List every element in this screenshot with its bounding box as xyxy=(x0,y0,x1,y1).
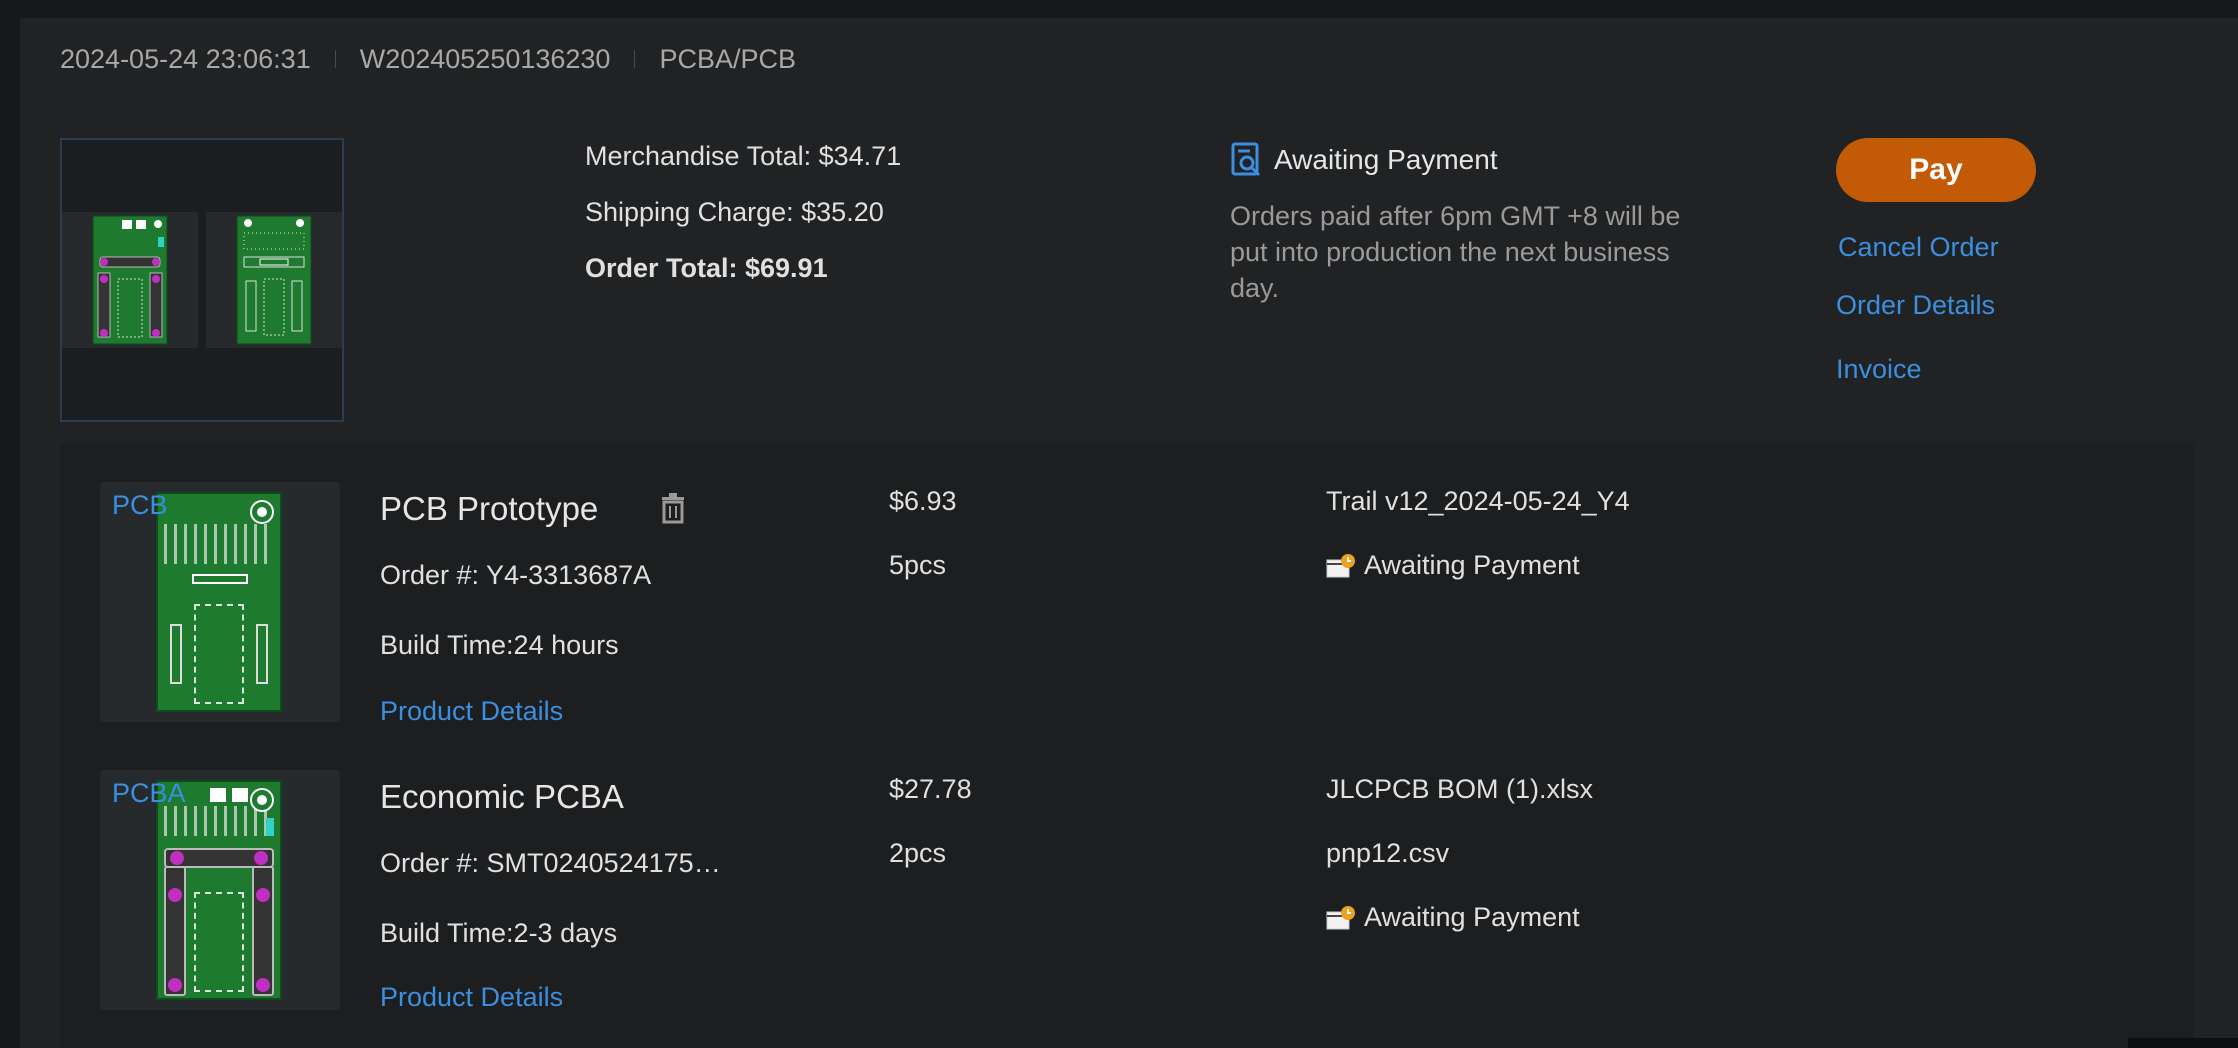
header-outline xyxy=(192,574,248,584)
mount-hole xyxy=(252,790,272,810)
connector xyxy=(210,788,226,802)
pcba-board-image xyxy=(92,215,168,345)
pcb-board-image xyxy=(156,492,282,712)
solder-pad xyxy=(170,851,184,865)
connector xyxy=(232,788,248,802)
build-time: Build Time:2-3 days xyxy=(380,918,618,948)
item-quantity: 5pcs xyxy=(889,550,947,580)
page-corner xyxy=(2128,1038,2238,1048)
holder-outline xyxy=(256,624,268,684)
order-thumbnails[interactable] xyxy=(60,138,344,422)
cancel-order-link[interactable]: Cancel Order xyxy=(1838,232,1999,263)
order-totals: Merchandise Total: $34.71 Shipping Charg… xyxy=(585,140,901,308)
pcba-mini-thumbnail xyxy=(62,212,198,348)
shipping-charge: Shipping Charge: $35.20 xyxy=(585,197,884,227)
component-dots xyxy=(164,524,274,564)
production-note: Orders paid after 6pm GMT +8 will be put… xyxy=(1230,201,1681,303)
pcb-mini-thumbnail xyxy=(206,212,342,348)
order-datetime: 2024-05-24 23:06:31 xyxy=(60,43,311,74)
cpl-file-name[interactable]: pnp12.csv xyxy=(1326,838,1449,869)
product-details-link[interactable]: Product Details xyxy=(380,696,563,727)
order-number: Order #: SMT0240524175… xyxy=(380,848,721,878)
order-items: PCB PCB Prototype Order #: Y4-3313687A B… xyxy=(60,444,2194,1048)
pay-button[interactable]: Pay xyxy=(1836,138,2036,202)
pending-envelope-icon xyxy=(1326,905,1355,929)
battery-holder xyxy=(252,866,274,996)
order-meta: 2024-05-24 23:06:31 W202405250136230 PCB… xyxy=(60,44,796,74)
item-status: Awaiting Payment xyxy=(1326,902,1580,933)
trash-icon[interactable] xyxy=(658,492,688,524)
item-quantity: 2pcs xyxy=(889,838,947,868)
order-details-link[interactable]: Order Details xyxy=(1836,290,1995,321)
bom-file-name[interactable]: JLCPCB BOM (1).xlsx xyxy=(1326,774,1593,805)
build-time: Build Time:24 hours xyxy=(380,630,619,660)
product-name: Economic PCBA xyxy=(380,778,624,815)
order-number: Order #: Y4-3313687A xyxy=(380,560,652,590)
mount-hole xyxy=(252,502,272,522)
divider xyxy=(334,50,336,68)
pcba-board-image xyxy=(156,780,282,1000)
product-name: PCB Prototype xyxy=(380,490,599,527)
solder-pad xyxy=(254,851,268,865)
invoice-link[interactable]: Invoice xyxy=(1836,354,1922,385)
solder-pad xyxy=(256,978,270,992)
order-number: W202405250136230 xyxy=(359,43,611,74)
battery-holder xyxy=(164,866,186,996)
merchandise-total: Merchandise Total: $34.71 xyxy=(585,141,902,171)
product-tag: PCB xyxy=(112,490,168,520)
pcb-board-image xyxy=(236,215,312,345)
order-search-icon xyxy=(1231,142,1261,177)
led xyxy=(266,818,274,836)
order-total: Order Total: $69.91 xyxy=(585,253,828,283)
divider xyxy=(634,50,636,68)
product-tag: PCBA xyxy=(112,778,186,808)
order-status: Awaiting Payment Orders paid after 6pm G… xyxy=(1230,140,1700,306)
item-status-label: Awaiting Payment xyxy=(1364,550,1580,580)
status-label: Awaiting Payment xyxy=(1274,144,1498,175)
item-price: $6.93 xyxy=(889,486,957,516)
solder-pad xyxy=(256,888,270,902)
pcb-thumbnail[interactable]: PCB xyxy=(100,482,340,722)
solder-pad xyxy=(168,978,182,992)
file-name[interactable]: Trail v12_2024-05-24_Y4 xyxy=(1326,486,1630,517)
list-item: PCB PCB Prototype Order #: Y4-3313687A B… xyxy=(60,482,2194,742)
item-price: $27.78 xyxy=(889,774,972,804)
solder-pad xyxy=(168,888,182,902)
order-category: PCBA/PCB xyxy=(659,43,796,74)
pcba-thumbnail[interactable]: PCBA xyxy=(100,770,340,1010)
component-dots xyxy=(164,806,274,836)
item-status: Awaiting Payment xyxy=(1326,550,1580,581)
list-item: PCBA Economic PCBA Order #: SMT024052417… xyxy=(60,770,2194,1030)
status-title: Awaiting Payment xyxy=(1230,140,1700,180)
chip-outline xyxy=(194,892,244,992)
chip-outline xyxy=(194,604,244,704)
product-details-link[interactable]: Product Details xyxy=(380,982,563,1013)
holder-outline xyxy=(170,624,182,684)
pending-envelope-icon xyxy=(1326,553,1355,577)
item-status-label: Awaiting Payment xyxy=(1364,902,1580,932)
